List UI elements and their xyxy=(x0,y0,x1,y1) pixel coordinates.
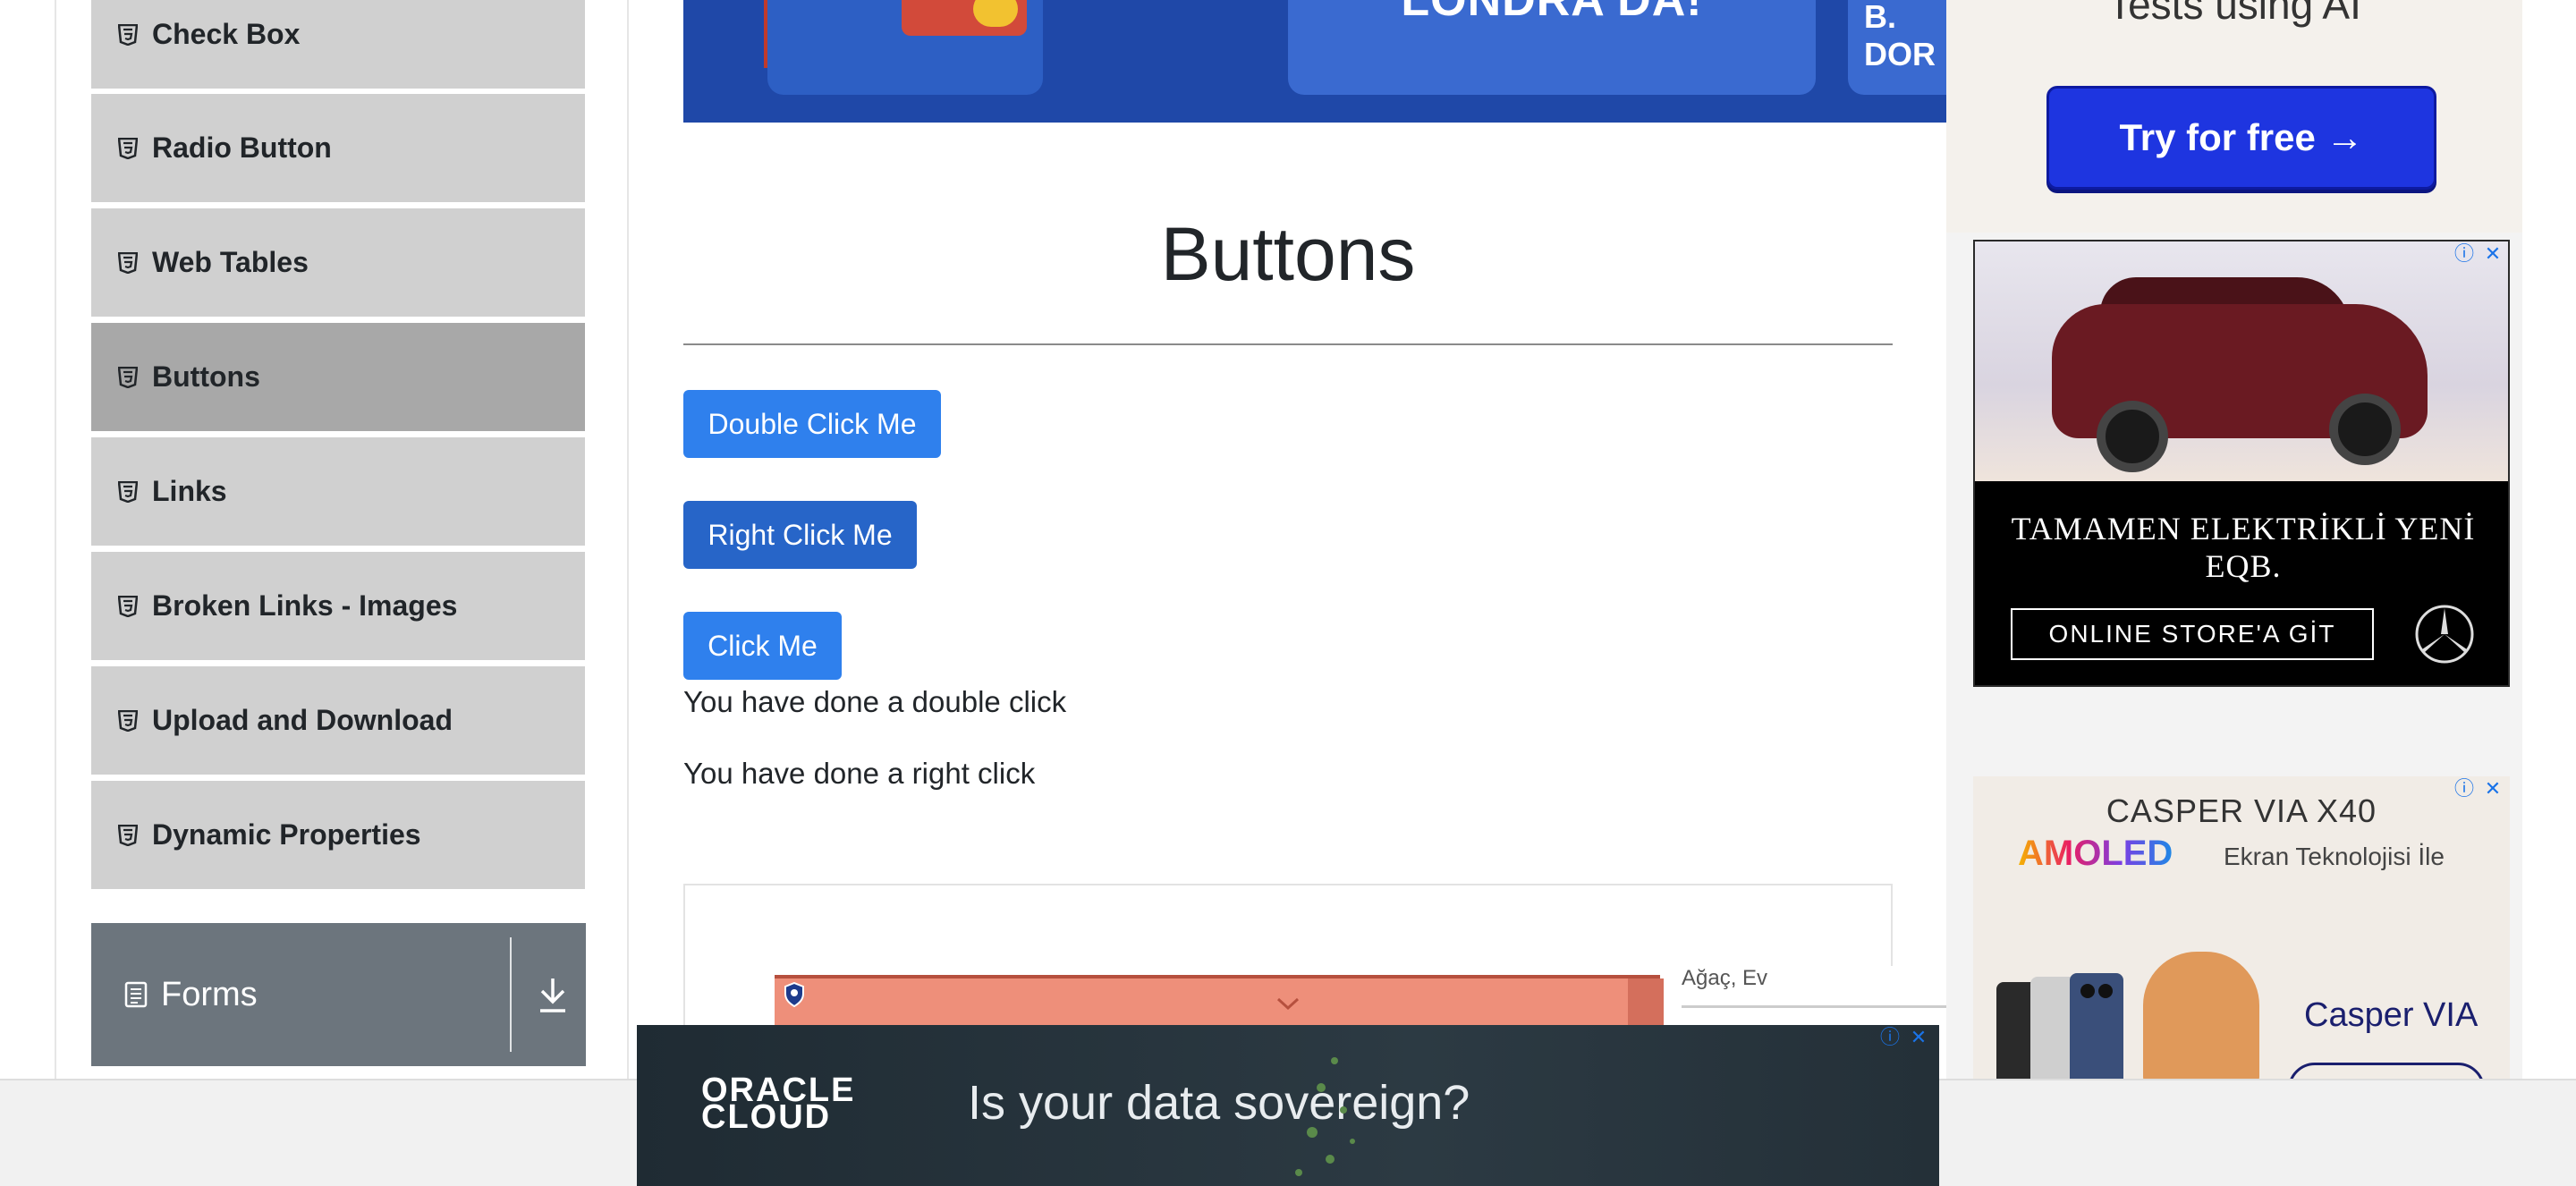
sidebar-item-dynamic-properties[interactable]: Dynamic Properties xyxy=(91,781,585,892)
click-me-button[interactable]: Click Me xyxy=(683,612,842,680)
double-click-message: You have done a double click xyxy=(683,685,1067,718)
right-click-message: You have done a right click xyxy=(683,757,1036,790)
oracle-logo: ORACLE CLOUD xyxy=(701,1073,871,1134)
ad-controls: ⓘ ✕ xyxy=(1878,1027,1930,1050)
group-divider xyxy=(510,937,512,1052)
sidebar-item-label: Links xyxy=(152,475,227,507)
sidebar-item-check-box[interactable]: Check Box xyxy=(91,0,585,91)
mercedes-ad[interactable]: TAMAMEN ELEKTRİKLİ YENİ EQB. ONLINE STOR… xyxy=(1973,240,2510,687)
title-divider xyxy=(683,343,1893,345)
ad-divider xyxy=(1682,1005,1950,1008)
ad-heading: Tests using AI xyxy=(2107,0,2361,28)
ad-brand: Casper VIA xyxy=(2304,996,2479,1034)
ad-headline: TAMAMEN ELEKTRİKLİ YENİ EQB. xyxy=(2011,511,2476,584)
chevron-down-icon[interactable] xyxy=(1275,996,1301,1011)
banner-tile: B. DOR xyxy=(1848,0,1946,95)
shield-icon xyxy=(784,982,804,1007)
ad-graphic xyxy=(1295,1057,1355,1176)
sidebar-group-label: Forms xyxy=(161,975,258,1013)
sidebar-item-label: Dynamic Properties xyxy=(152,818,421,851)
sidebar-item-label: Upload and Download xyxy=(152,704,453,736)
sidebar-item-radio-button[interactable]: Radio Button xyxy=(91,94,585,205)
html5-shield-icon xyxy=(118,251,138,274)
top-banner-ad[interactable]: LONDRA'DA! B. DOR xyxy=(683,0,1946,123)
banner-tile xyxy=(767,0,1043,95)
html5-shield-icon xyxy=(118,23,138,46)
banner-graphic xyxy=(973,0,1018,27)
ad-info-icon[interactable]: ⓘ xyxy=(2453,778,2476,801)
sidebar-item-label: Buttons xyxy=(152,360,260,393)
banner-tile: LONDRA'DA! xyxy=(1288,0,1816,95)
online-store-button[interactable]: ONLINE STORE'A GİT xyxy=(2011,608,2374,660)
right-click-button[interactable]: Right Click Me xyxy=(683,501,917,569)
html5-shield-icon xyxy=(118,366,138,388)
try-for-free-button[interactable]: Try for free → xyxy=(2046,86,2436,190)
ad-headline: CASPER VIA X40 xyxy=(2106,792,2377,829)
sidebar-item-buttons[interactable]: Buttons xyxy=(91,323,585,434)
model-photo xyxy=(2143,952,2259,1080)
ad-close-icon[interactable]: ✕ xyxy=(1907,1027,1930,1050)
html5-shield-icon xyxy=(118,709,138,732)
car-wheel xyxy=(2329,394,2401,465)
ad-cta-button[interactable] xyxy=(2288,1063,2485,1080)
car-wheel xyxy=(2097,401,2168,472)
sidebar-item-links[interactable]: Links xyxy=(91,437,585,548)
sidebar-item-label: Radio Button xyxy=(152,131,332,164)
embedded-ad-text: Ağaç, Ev xyxy=(1682,966,1768,990)
ad-info-icon[interactable]: ⓘ xyxy=(2453,243,2476,267)
sidebar-item-broken-links[interactable]: Broken Links - Images xyxy=(91,552,585,663)
sidebar-item-web-tables[interactable]: Web Tables xyxy=(91,208,585,319)
ad-subtext: Ekran Teknolojisi İle xyxy=(2224,843,2445,870)
page-title: Buttons xyxy=(1160,212,1416,296)
html5-shield-icon xyxy=(118,480,138,503)
double-click-button[interactable]: Double Click Me xyxy=(683,390,941,458)
html5-shield-icon xyxy=(118,137,138,159)
mercedes-logo-icon xyxy=(2415,605,2474,664)
ad-highlight: AMOLED xyxy=(2018,834,2174,873)
ai-test-ad: Tests using AI Try for free → xyxy=(1946,0,2522,233)
banner-side-text: B. DOR xyxy=(1864,0,1936,72)
sidebar-item-upload-download[interactable]: Upload and Download xyxy=(91,666,585,777)
sidebar-item-label: Broken Links - Images xyxy=(152,589,458,622)
html5-shield-icon xyxy=(118,595,138,617)
sidebar-item-label: Check Box xyxy=(152,18,301,50)
oracle-ad[interactable]: ORACLE CLOUD Is your data sovereign? xyxy=(637,1025,1939,1186)
ad-close-icon[interactable]: ✕ xyxy=(2481,778,2504,801)
html5-shield-icon xyxy=(118,824,138,846)
sidebar-item-label: Web Tables xyxy=(152,246,309,278)
ad-controls: ⓘ ✕ xyxy=(2453,778,2504,801)
download-arrow-icon[interactable] xyxy=(535,973,571,1016)
ad-close-icon[interactable]: ✕ xyxy=(2481,243,2504,267)
ad-info-icon[interactable]: ⓘ xyxy=(1878,1027,1902,1050)
ad-controls: ⓘ ✕ xyxy=(2453,243,2504,267)
car-photo xyxy=(1975,241,2508,481)
banner-headline: LONDRA'DA! xyxy=(1401,0,1703,26)
page: Check Box Radio Button Web Tables Button… xyxy=(0,0,2576,1186)
sidebar-group-forms[interactable]: Forms xyxy=(91,923,586,1066)
document-icon xyxy=(124,981,148,1008)
casper-ad[interactable]: CASPER VIA X40 AMOLED Ekran Teknolojisi … xyxy=(1973,776,2510,1080)
